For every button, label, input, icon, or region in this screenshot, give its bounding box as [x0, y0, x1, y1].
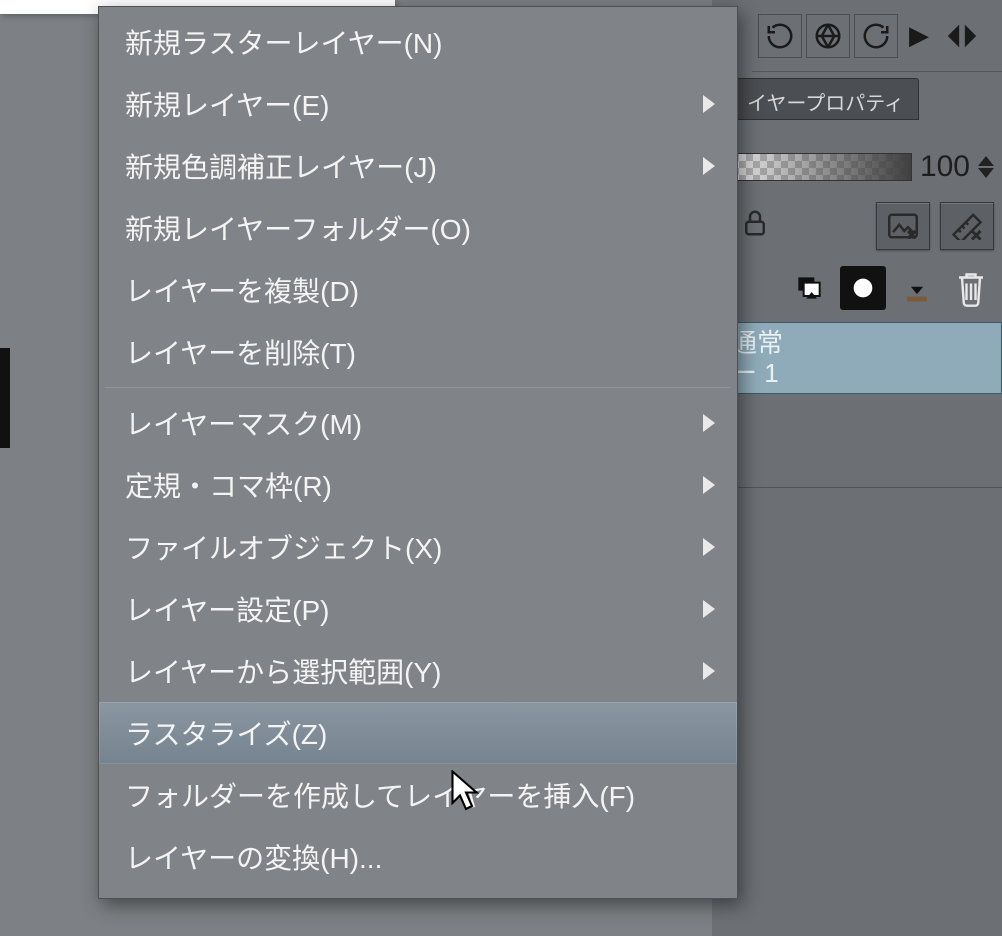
layer-buttons-2 [724, 260, 994, 316]
menu-label: レイヤーマスク(M) [125, 403, 362, 443]
rotate-icon[interactable] [758, 14, 802, 58]
opacity-slider[interactable] [724, 153, 912, 181]
menu-label: ラスタライズ(Z) [125, 713, 327, 753]
tab-layer-property[interactable]: イヤープロパティ [732, 78, 919, 120]
layer-context-menu: 新規ラスターレイヤー(N) 新規レイヤー(E) 新規色調補正レイヤー(J) 新規… [98, 6, 738, 899]
side-handle [0, 348, 10, 448]
menu-selection-from-layer[interactable]: レイヤーから選択範囲(Y) [99, 640, 737, 702]
menu-file-object[interactable]: ファイルオブジェクト(X) [99, 516, 737, 578]
ruler-x-button[interactable] [940, 202, 994, 250]
menu-label: 新規レイヤー(E) [125, 84, 330, 124]
menu-new-layer-folder[interactable]: 新規レイヤーフォルダー(O) [99, 197, 737, 259]
menu-new-layer[interactable]: 新規レイヤー(E) [99, 73, 737, 135]
layer-blend-mode: 通常 [731, 329, 991, 359]
menu-convert-layer[interactable]: レイヤーの変換(H)... [99, 826, 737, 888]
menu-label: フォルダーを作成してレイヤーを挿入(F) [125, 775, 635, 815]
menu-delete-layer[interactable]: レイヤーを削除(T) [99, 321, 737, 383]
menu-label: 定規・コマ枠(R) [125, 465, 332, 505]
layer-buttons-1 [724, 198, 994, 254]
menu-layer-mask[interactable]: レイヤーマスク(M) [99, 392, 737, 454]
menu-ruler-frame[interactable]: 定規・コマ枠(R) [99, 454, 737, 516]
trash-icon[interactable] [948, 266, 994, 310]
clip-down-icon[interactable] [894, 266, 940, 310]
menu-rasterize[interactable]: ラスタライズ(Z) [99, 702, 737, 764]
top-tool-row: ▶ [752, 0, 1002, 72]
mask-icon[interactable] [840, 266, 886, 310]
layer-list-empty [720, 394, 1002, 488]
menu-separator [105, 387, 731, 388]
refresh-icon[interactable] [854, 14, 898, 58]
menu-label: 新規ラスターレイヤー(N) [125, 22, 442, 62]
panel-tabs: イヤープロパティ [732, 78, 992, 120]
menu-label: レイヤーを複製(D) [125, 270, 359, 310]
menu-label: レイヤーから選択範囲(Y) [125, 651, 442, 691]
image-x-button[interactable] [876, 202, 930, 250]
menu-label: ファイルオブジェクト(X) [125, 527, 442, 567]
aperture-icon[interactable] [806, 14, 850, 58]
menu-label: 新規レイヤーフォルダー(O) [125, 208, 471, 248]
menu-label: レイヤー設定(P) [125, 589, 330, 629]
play-icon[interactable]: ▶ [902, 14, 936, 58]
menu-duplicate-layer[interactable]: レイヤーを複製(D) [99, 259, 737, 321]
opacity-value: 100 [920, 150, 970, 184]
opacity-spinner[interactable] [978, 156, 994, 178]
menu-new-correction-layer[interactable]: 新規色調補正レイヤー(J) [99, 135, 737, 197]
layer-name-label: ー 1 [731, 359, 991, 389]
menu-new-raster-layer[interactable]: 新規ラスターレイヤー(N) [99, 11, 737, 73]
menu-label: レイヤーの変換(H)... [125, 837, 382, 877]
right-panel: ▶ イヤープロパティ 100 [712, 0, 1002, 936]
menu-label: レイヤーを削除(T) [125, 332, 356, 372]
flip-icon[interactable] [940, 14, 984, 58]
menu-label: 新規色調補正レイヤー(J) [125, 146, 437, 186]
menu-create-folder-insert[interactable]: フォルダーを作成してレイヤーを挿入(F) [99, 764, 737, 826]
opacity-row: 100 [724, 142, 994, 192]
menu-layer-settings[interactable]: レイヤー設定(P) [99, 578, 737, 640]
layer-list-item[interactable]: 通常 ー 1 [720, 322, 1002, 394]
merge-down-icon[interactable] [786, 266, 832, 310]
